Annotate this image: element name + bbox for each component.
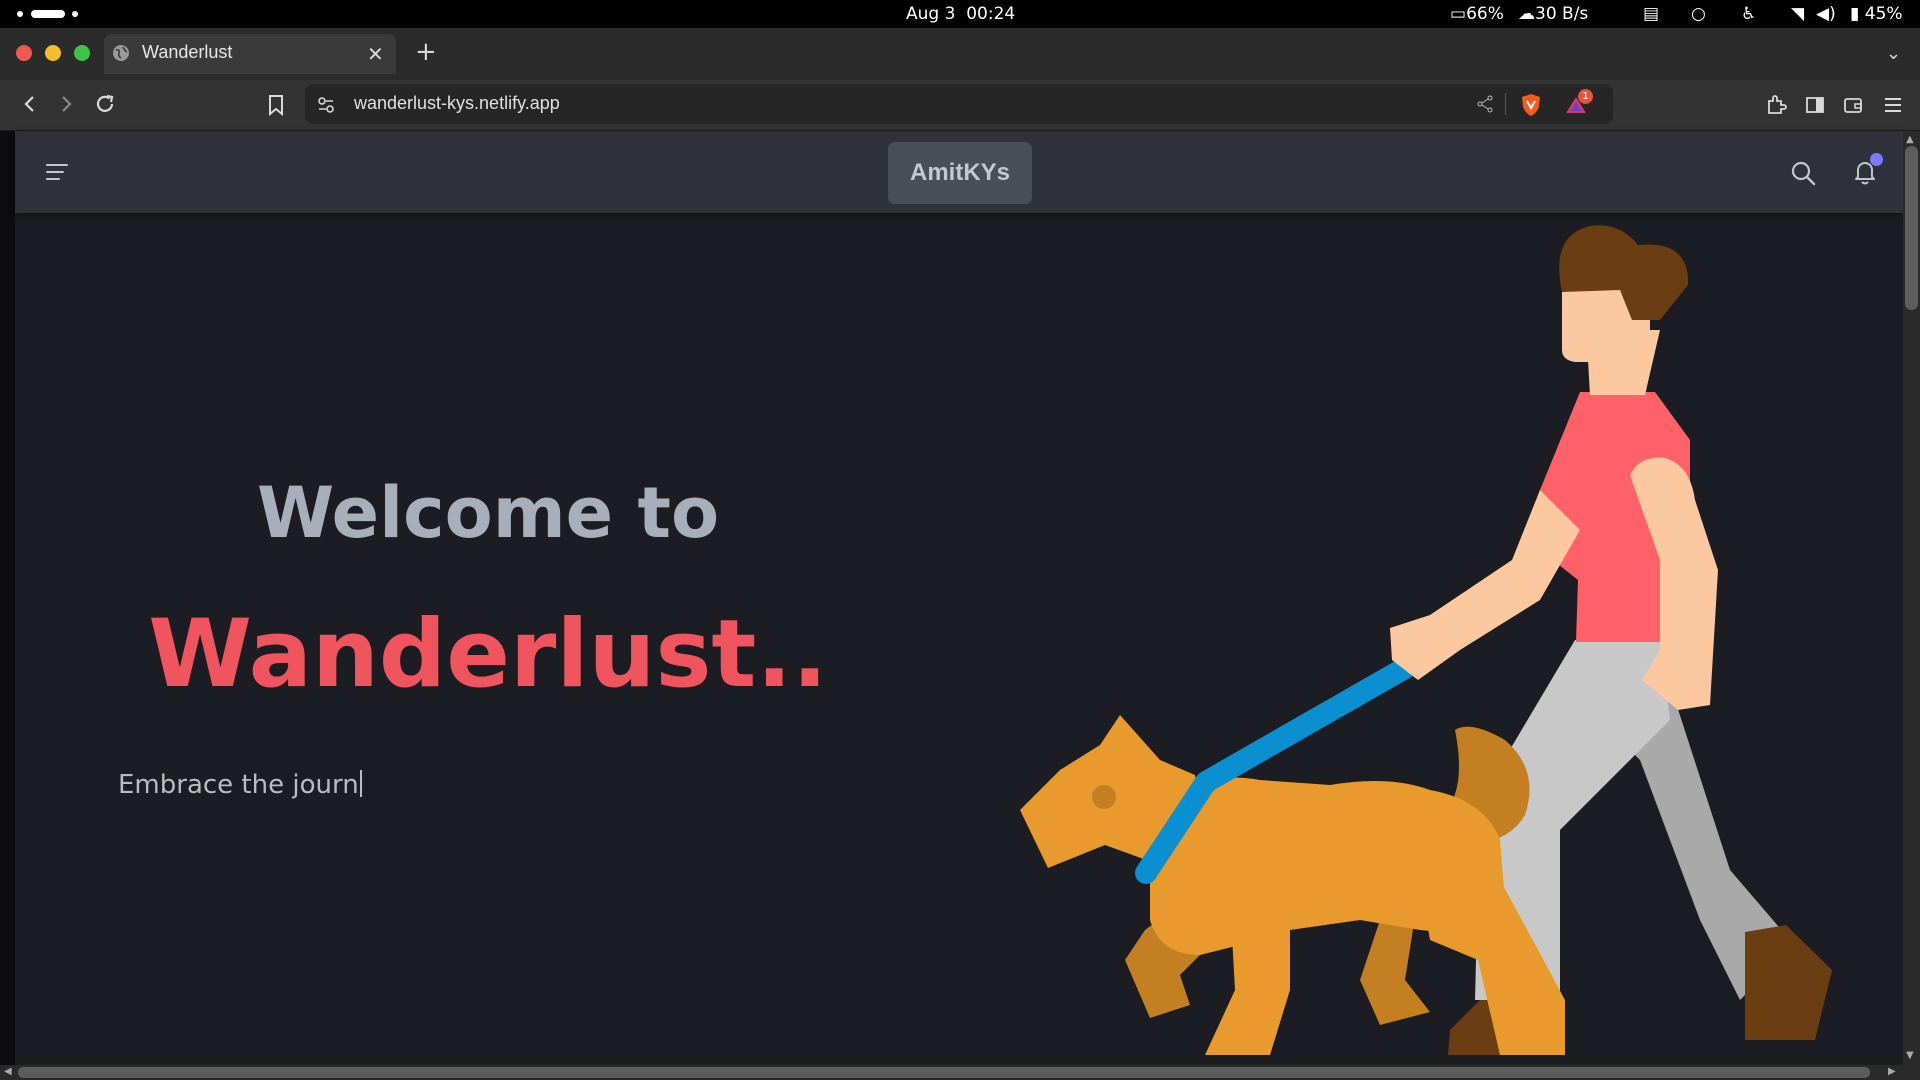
welcome-heading: Welcome to bbox=[256, 472, 720, 554]
workspace-dot bbox=[17, 11, 23, 17]
dog-head bbox=[1020, 715, 1210, 868]
url-text: wanderlust-kys.netlify.app bbox=[354, 93, 560, 113]
tagline-typing: Embrace the journ bbox=[118, 770, 362, 800]
extensions-icon[interactable] bbox=[1765, 94, 1787, 116]
brand-logo[interactable]: AmitKYs bbox=[888, 142, 1032, 204]
scroll-right-arrow-icon[interactable]: ▶ bbox=[1888, 1066, 1896, 1077]
page-left-edge bbox=[0, 131, 15, 1065]
share-icon[interactable] bbox=[1476, 95, 1494, 113]
hero-illustration bbox=[1020, 225, 1832, 1055]
dog-eye bbox=[1092, 785, 1116, 809]
cloud-upload-icon: ☁ bbox=[1518, 4, 1535, 24]
circle-status-icon[interactable]: ○ bbox=[1691, 4, 1706, 24]
volume-icon[interactable]: ◀) bbox=[1816, 4, 1836, 24]
woman-back-shoe bbox=[1745, 925, 1832, 1040]
accessibility-icon[interactable]: ♿ bbox=[1741, 4, 1756, 24]
cpu-icon: ▭ bbox=[1450, 4, 1467, 24]
clock[interactable]: Aug 3 00:24 bbox=[906, 4, 1015, 24]
text-caret bbox=[359, 770, 362, 797]
scroll-left-arrow-icon[interactable]: ◀ bbox=[4, 1066, 12, 1077]
time-text: 00:24 bbox=[966, 4, 1016, 24]
new-tab-button[interactable]: + bbox=[415, 39, 437, 65]
vertical-scroll-thumb[interactable] bbox=[1905, 146, 1918, 310]
cpu-indicator[interactable]: ▭66% bbox=[1450, 4, 1504, 24]
sidebar-icon[interactable] bbox=[1805, 95, 1825, 115]
battery-text: 45% bbox=[1864, 4, 1903, 24]
search-icon[interactable] bbox=[1790, 160, 1816, 186]
battery-icon: ▮ bbox=[1850, 4, 1860, 24]
globe-icon bbox=[113, 45, 129, 61]
tab-list-chevron-icon[interactable]: ⌄ bbox=[1886, 42, 1901, 66]
maximize-window-button[interactable] bbox=[74, 45, 90, 61]
tagline-text: Embrace the journ bbox=[118, 770, 359, 800]
back-icon[interactable] bbox=[20, 94, 40, 114]
site-settings-icon[interactable] bbox=[317, 96, 335, 114]
brave-shield-icon[interactable] bbox=[1520, 93, 1542, 117]
horizontal-scroll-thumb[interactable] bbox=[18, 1067, 1870, 1078]
divider bbox=[1505, 93, 1506, 115]
workspace-dot bbox=[72, 11, 78, 17]
scroll-down-arrow-icon[interactable]: ▼ bbox=[1906, 1050, 1914, 1061]
system-top-bar: Aug 3 00:24 ▭66% ☁30 B/s ▤ ○ ♿ ◥ ◀) ▮ 45… bbox=[0, 0, 1920, 28]
battery-indicator[interactable]: ▮ 45% bbox=[1850, 4, 1903, 24]
wifi-icon[interactable]: ◥ bbox=[1791, 4, 1804, 24]
network-indicator[interactable]: ☁30 B/s bbox=[1518, 4, 1588, 24]
hamburger-menu-icon[interactable] bbox=[1883, 95, 1903, 115]
close-window-button[interactable] bbox=[16, 45, 32, 61]
network-text: 30 B/s bbox=[1535, 4, 1589, 24]
scroll-up-arrow-icon[interactable]: ▲ bbox=[1906, 134, 1914, 145]
menu-icon[interactable] bbox=[45, 162, 69, 182]
close-tab-icon[interactable]: ✕ bbox=[367, 42, 384, 66]
active-workspace-indicator bbox=[31, 10, 65, 18]
minimize-window-button[interactable] bbox=[45, 45, 61, 61]
bookmark-icon[interactable] bbox=[267, 94, 285, 116]
reload-icon[interactable] bbox=[94, 93, 116, 115]
site-title: Wanderlust.. bbox=[148, 600, 828, 709]
rewards-badge: 1 bbox=[1578, 89, 1593, 104]
clipboard-icon[interactable]: ▤ bbox=[1643, 4, 1659, 24]
notification-dot bbox=[1870, 153, 1883, 166]
date-text: Aug 3 bbox=[906, 4, 956, 24]
tab-title: Wanderlust bbox=[142, 42, 233, 62]
cpu-text: 66% bbox=[1466, 4, 1504, 24]
forward-icon[interactable] bbox=[56, 94, 76, 114]
wallet-icon[interactable] bbox=[1843, 95, 1863, 115]
